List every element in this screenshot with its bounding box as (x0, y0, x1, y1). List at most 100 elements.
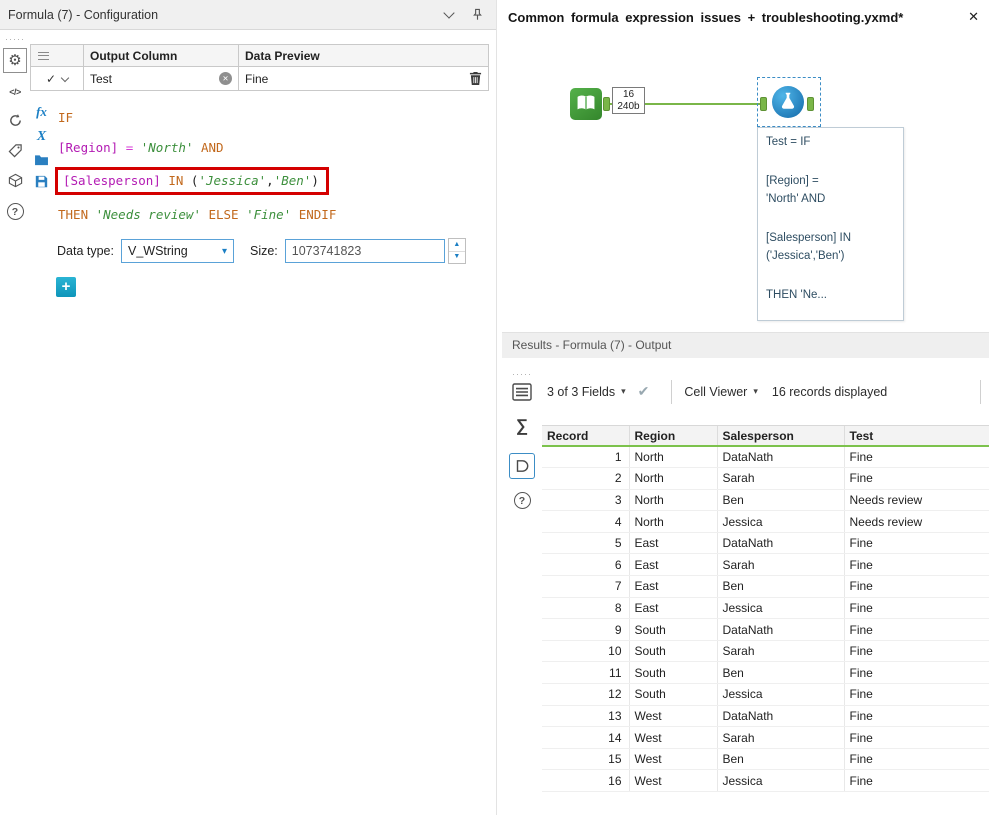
table-row[interactable]: 4 North Jessica Needs review (542, 510, 989, 533)
table-cell: DataNath (717, 532, 845, 555)
tab-code[interactable]: </> (3, 80, 27, 103)
keyword-token: AND (200, 139, 224, 155)
table-cell: 1 (542, 446, 630, 469)
results-panel-header: Results - Formula (7) - Output (502, 332, 989, 358)
collapse-chevron-icon[interactable] (443, 7, 455, 19)
trash-icon[interactable] (469, 71, 482, 86)
tab-package[interactable] (3, 170, 27, 193)
results-content: 3 of 3 Fields ▾ ✔ Cell Viewer ▾ 16 recor… (542, 358, 989, 815)
annotation-line (766, 208, 895, 229)
table-cell: Ben (717, 661, 845, 685)
connection-size: 240b (617, 101, 640, 112)
help-icon: ? (6, 203, 24, 220)
output-anchor[interactable] (807, 97, 814, 111)
refresh-icon (8, 113, 23, 131)
table-cell: Fine (844, 575, 989, 598)
annotation-line: [Region] = (766, 175, 819, 187)
chevron-down-icon[interactable] (60, 73, 70, 82)
table-row[interactable]: 6 East Sarah Fine (542, 553, 989, 577)
tab-annotation[interactable] (3, 140, 27, 163)
string-token: 'Jessica' (198, 172, 267, 188)
data-view-icon[interactable] (509, 453, 535, 479)
connection-label: 16 240b (612, 87, 645, 114)
table-row[interactable]: 11 South Ben Fine (542, 661, 989, 685)
column-header-region[interactable]: Region (629, 426, 718, 447)
variables-icon[interactable]: X (37, 129, 46, 145)
tool-annotation[interactable]: Test = IF [Region] = 'North' AND [Salespers… (757, 127, 904, 321)
table-cell: DataNath (717, 618, 845, 641)
table-cell: 15 (542, 748, 630, 771)
config-tab-strip: ····· ⚙ </> ? (0, 30, 30, 815)
table-cell: 13 (542, 705, 630, 728)
output-column-cell[interactable]: Test ✕ (84, 67, 239, 90)
table-row[interactable]: 12 South Jessica Fine (542, 683, 989, 706)
table-row[interactable]: 8 East Jessica Fine (542, 597, 989, 620)
formula-tool[interactable] (772, 86, 804, 118)
save-icon[interactable] (35, 175, 48, 188)
column-header-test[interactable]: Test (844, 426, 989, 447)
size-input[interactable] (284, 239, 445, 263)
table-cell: South (629, 618, 718, 641)
table-cell: 3 (542, 489, 630, 512)
dropdown-arrow-icon: ▾ (621, 386, 626, 396)
table-row[interactable]: 14 West Sarah Fine (542, 726, 989, 749)
package-icon (8, 173, 23, 191)
table-row[interactable]: 15 West Ben Fine (542, 748, 989, 771)
table-row[interactable]: 5 East DataNath Fine (542, 532, 989, 555)
grid-header-row: Output Column Data Preview (31, 45, 488, 67)
expression-row[interactable]: ✓ Test ✕ Fine (31, 67, 488, 90)
table-cell: Fine (844, 618, 989, 641)
functions-icon[interactable]: fx (36, 104, 47, 120)
output-anchor[interactable] (603, 97, 610, 111)
table-view-icon[interactable] (512, 383, 532, 401)
annotation-line (766, 151, 895, 172)
input-anchor[interactable] (760, 97, 767, 111)
drag-handle[interactable]: ····· (512, 370, 532, 379)
column-header-record[interactable]: Record (542, 426, 630, 447)
open-folder-icon[interactable] (34, 154, 49, 166)
table-row[interactable]: 7 East Ben Fine (542, 575, 989, 598)
tab-help[interactable]: ? (3, 200, 27, 223)
column-header-salesperson[interactable]: Salesperson (717, 426, 845, 447)
table-cell: 7 (542, 575, 630, 598)
table-cell: Jessica (717, 510, 845, 533)
results-table-body: 1 North DataNath Fine 2 North Sarah Fine 3 North B… (542, 446, 989, 792)
table-row[interactable]: 9 South DataNath Fine (542, 618, 989, 641)
workflow-canvas[interactable]: Common formula expression issues + troub… (502, 0, 989, 332)
close-icon[interactable]: ✕ (968, 9, 979, 25)
annotation-text: Test = IF [Region] = 'North' AND [Salespers… (766, 133, 895, 304)
table-row[interactable]: 3 North Ben Needs review (542, 489, 989, 512)
sum-icon[interactable]: ∑ (516, 416, 528, 436)
table-row[interactable]: 1 North DataNath Fine (542, 446, 989, 469)
apply-check-icon[interactable]: ✔ (638, 383, 650, 400)
fields-dropdown[interactable]: 3 of 3 Fields ▾ (547, 385, 626, 399)
data-type-dropdown[interactable]: V_WString ▾ (120, 239, 234, 263)
table-cell: 6 (542, 553, 630, 577)
tab-refresh[interactable] (3, 110, 27, 133)
spinner-up-icon[interactable]: ▲ (448, 239, 465, 252)
table-cell: North (629, 510, 718, 533)
drag-handle[interactable]: ····· (5, 35, 25, 44)
tab-configuration[interactable]: ⚙ (3, 48, 27, 73)
help-icon[interactable]: ? (513, 492, 531, 509)
table-row[interactable]: 16 West Jessica Fine (542, 769, 989, 792)
table-cell: East (629, 575, 718, 598)
table-row[interactable]: 13 West DataNath Fine (542, 705, 989, 728)
table-row[interactable]: 10 South Sarah Fine (542, 640, 989, 663)
table-cell: Sarah (717, 640, 845, 663)
input-data-tool[interactable] (570, 88, 602, 120)
add-expression-button[interactable]: + (56, 277, 76, 297)
table-cell: 5 (542, 532, 630, 555)
spinner-down-icon[interactable]: ▼ (449, 252, 465, 264)
annotation-line: Test = IF (766, 136, 811, 148)
expression-editor[interactable]: IF [Region] = 'North' AND [Salesperson] … (53, 95, 489, 229)
keyword-token: ELSE (208, 206, 239, 222)
string-token: 'Needs review' (95, 206, 201, 222)
pin-icon[interactable] (471, 8, 484, 21)
table-cell: 14 (542, 726, 630, 749)
cell-viewer-dropdown[interactable]: Cell Viewer ▾ (684, 385, 758, 399)
clear-icon[interactable]: ✕ (219, 72, 232, 85)
table-row[interactable]: 2 North Sarah Fine (542, 467, 989, 490)
code-line: THEN 'Needs review' ELSE 'Fine' ENDIF (58, 199, 489, 229)
code-line: IF (58, 102, 489, 132)
